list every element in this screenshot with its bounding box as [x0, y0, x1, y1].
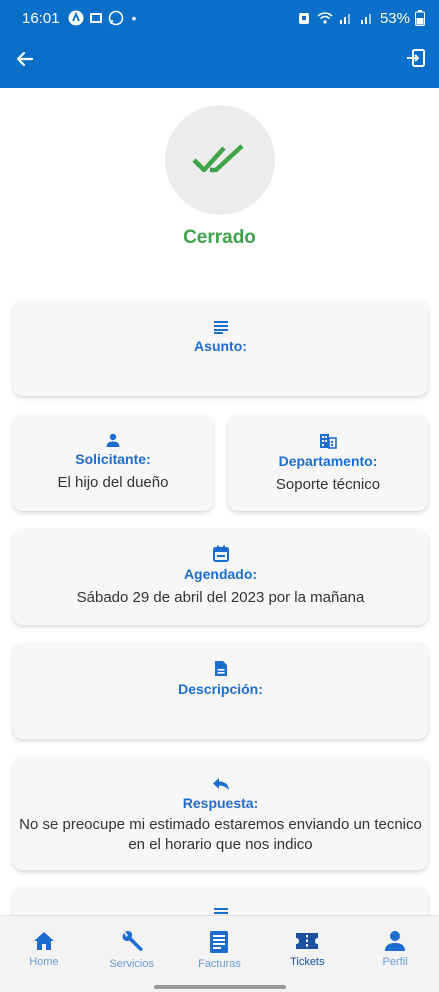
ticket-icon — [296, 933, 319, 949]
dot-icon: • — [131, 10, 137, 26]
battery-icon — [415, 10, 425, 26]
status-right: 53% — [296, 10, 425, 27]
departamento-label: Departamento: — [278, 453, 378, 469]
whatsapp-icon — [108, 10, 123, 26]
respuesta-card: Respuesta: No se preocupe mi estimado es… — [13, 757, 428, 870]
solicitante-value: El hijo del dueño — [57, 474, 169, 491]
nav-tickets[interactable]: Tickets — [263, 916, 351, 992]
subject-lines-icon — [213, 321, 228, 334]
arrow-left-icon — [16, 51, 34, 67]
top-bar: 16:01 • 53% — [0, 0, 439, 88]
respuesta-value: No se preocupe mi estimado estaremos env… — [19, 816, 422, 853]
nav-servicios[interactable]: Servicios — [88, 916, 176, 992]
solicitante-card: Solicitante: El hijo del dueño — [13, 415, 213, 511]
nav-servicios-label: Servicios — [109, 958, 154, 970]
agendado-card: Agendado: Sábado 29 de abril del 2023 po… — [13, 529, 428, 625]
agendado-value: Sábado 29 de abril del 2023 por la mañan… — [76, 589, 365, 606]
bottom-navigation: Home Servicios Facturas Tickets Perfil — [0, 915, 439, 992]
nav-home-label: Home — [29, 956, 59, 968]
nav-home[interactable]: Home — [0, 916, 88, 992]
departamento-card: Departamento: Soporte técnico — [228, 415, 428, 511]
building-icon — [320, 434, 337, 449]
person-icon — [106, 433, 120, 447]
back-button[interactable] — [12, 46, 38, 72]
calendar-icon — [212, 545, 229, 562]
nav-perfil[interactable]: Perfil — [351, 916, 439, 992]
departamento-value: Soporte técnico — [275, 476, 381, 493]
logout-button[interactable] — [403, 45, 429, 71]
nav-tickets-label: Tickets — [290, 956, 325, 968]
wrench-icon — [122, 931, 143, 951]
nav-facturas-label: Facturas — [198, 958, 241, 970]
asunto-card: Asunto: — [13, 300, 428, 396]
reply-icon — [212, 778, 229, 790]
alarm-icon — [298, 13, 309, 24]
descripcion-label: Descripción: — [178, 681, 263, 697]
respuesta-label: Respuesta: — [182, 795, 259, 811]
asunto-label: Asunto: — [194, 338, 247, 354]
solicitante-label: Solicitante: — [75, 451, 151, 467]
status-time: 16:01 — [22, 9, 60, 27]
ticket-status: Cerrado — [183, 227, 256, 248]
nav-perfil-label: Perfil — [382, 956, 408, 968]
document-icon — [214, 661, 227, 676]
agendado-label: Agendado: — [183, 566, 258, 582]
signal-icon-2 — [360, 14, 371, 24]
home-indicator[interactable] — [154, 985, 286, 989]
battery-percent: 53% — [379, 9, 410, 27]
app-notification-icon — [68, 10, 84, 26]
nav-facturas[interactable]: Facturas — [176, 916, 264, 992]
tablet-notification-icon — [89, 13, 102, 23]
descripcion-card: Descripción: — [13, 643, 428, 739]
notification-icons: • — [68, 10, 137, 26]
app-bar — [0, 36, 439, 88]
home-icon — [33, 932, 54, 950]
person-icon — [385, 931, 406, 951]
logout-icon — [407, 49, 425, 67]
double-check-icon — [192, 144, 244, 173]
signal-icon — [339, 14, 350, 24]
status-circle — [165, 105, 275, 215]
invoice-icon — [210, 931, 229, 953]
status-bar: 16:01 • 53% — [0, 0, 439, 36]
wifi-icon — [317, 12, 333, 24]
